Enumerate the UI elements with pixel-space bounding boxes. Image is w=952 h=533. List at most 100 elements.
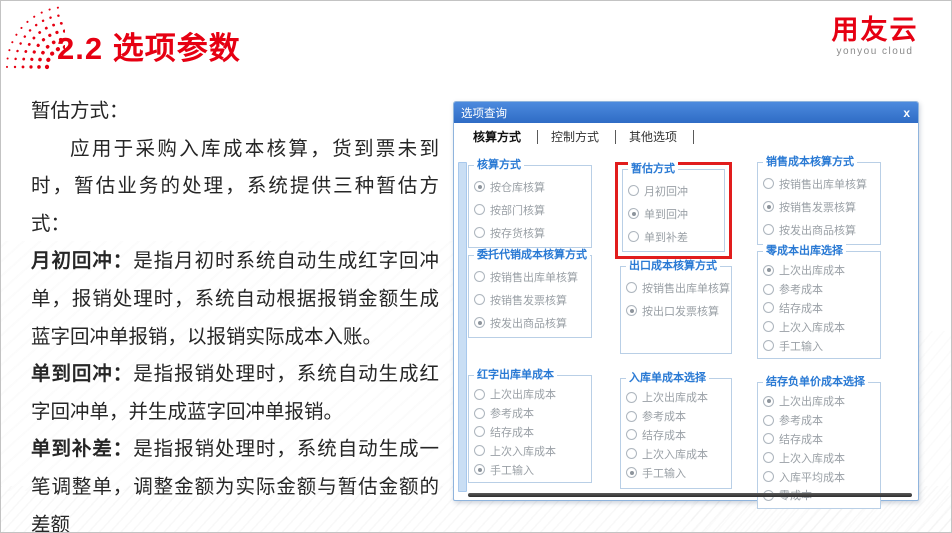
radio-option-按销售出库单核算[interactable]: 按销售出库单核算: [474, 265, 588, 288]
radio-option-入库平均成本[interactable]: 入库平均成本: [763, 467, 877, 486]
radio-label: 上次入库成本: [642, 446, 708, 462]
radio-label: 结存成本: [490, 424, 534, 440]
group-委托代销成本核算方式: 委托代销成本核算方式按销售出库单核算按销售发票核算按发出商品核算: [468, 255, 592, 338]
radio-icon[interactable]: [474, 464, 485, 475]
tab-separator: [693, 130, 694, 144]
radio-icon[interactable]: [474, 389, 485, 400]
group-红字出库单成本: 红字出库单成本上次出库成本参考成本结存成本上次入库成本手工输入: [468, 375, 592, 483]
radio-icon[interactable]: [474, 408, 485, 419]
radio-option-上次入库成本[interactable]: 上次入库成本: [763, 317, 877, 336]
radio-option-结存成本[interactable]: 结存成本: [626, 426, 728, 445]
radio-label: 入库平均成本: [779, 469, 845, 485]
radio-icon[interactable]: [763, 452, 774, 463]
radio-label: 上次出库成本: [490, 386, 556, 402]
radio-icon[interactable]: [474, 317, 485, 328]
tab-separator: [537, 130, 538, 144]
radio-option-单到补差[interactable]: 单到补差: [628, 225, 721, 248]
radio-option-按发出商品核算[interactable]: 按发出商品核算: [763, 218, 877, 241]
radio-option-上次出库成本[interactable]: 上次出库成本: [626, 388, 728, 407]
radio-option-上次出库成本[interactable]: 上次出库成本: [763, 392, 877, 411]
radio-icon[interactable]: [626, 448, 637, 459]
radio-label: 按出口发票核算: [642, 303, 719, 319]
radio-option-按销售发票核算[interactable]: 按销售发票核算: [474, 288, 588, 311]
text-segment: 应用于采购入库成本核算，货到票未到时，暂估业务的处理，系统提供三种暂估方式：: [31, 138, 439, 235]
radio-icon[interactable]: [763, 302, 774, 313]
radio-icon[interactable]: [626, 392, 637, 403]
radio-option-参考成本[interactable]: 参考成本: [474, 404, 588, 423]
body-text: 暂估方式： 应用于采购入库成本核算，货到票未到时，暂估业务的处理，系统提供三种暂估…: [31, 93, 439, 533]
group-title: 入库单成本选择: [626, 371, 709, 385]
radio-option-按部门核算[interactable]: 按部门核算: [474, 198, 588, 221]
radio-icon[interactable]: [474, 426, 485, 437]
radio-icon[interactable]: [626, 467, 637, 478]
radio-option-手工输入[interactable]: 手工输入: [474, 460, 588, 479]
radio-icon[interactable]: [763, 471, 774, 482]
group-title: 出口成本核算方式: [626, 259, 720, 273]
radio-label: 按销售出库单核算: [490, 269, 578, 285]
horizontal-scrollbar[interactable]: [468, 493, 912, 497]
radio-option-月初回冲[interactable]: 月初回冲: [628, 179, 721, 202]
tab-其他选项[interactable]: 其他选项: [627, 128, 679, 145]
radio-icon[interactable]: [474, 181, 485, 192]
radio-option-上次出库成本[interactable]: 上次出库成本: [474, 385, 588, 404]
tab-核算方式[interactable]: 核算方式: [471, 128, 523, 145]
radio-option-按销售出库单核算[interactable]: 按销售出库单核算: [626, 276, 728, 299]
radio-option-结存成本[interactable]: 结存成本: [763, 430, 877, 449]
radio-option-单到回冲[interactable]: 单到回冲: [628, 202, 721, 225]
radio-option-按销售出库单核算[interactable]: 按销售出库单核算: [763, 172, 877, 195]
radio-icon[interactable]: [626, 411, 637, 422]
radio-icon[interactable]: [763, 265, 774, 276]
radio-label: 手工输入: [779, 338, 823, 354]
tab-控制方式[interactable]: 控制方式: [549, 128, 601, 145]
radio-option-结存成本[interactable]: 结存成本: [474, 423, 588, 442]
radio-label: 上次入库成本: [779, 319, 845, 335]
radio-option-按销售发票核算[interactable]: 按销售发票核算: [763, 195, 877, 218]
radio-label: 上次出库成本: [779, 262, 845, 278]
radio-icon[interactable]: [474, 271, 485, 282]
radio-icon[interactable]: [763, 201, 774, 212]
radio-option-手工输入[interactable]: 手工输入: [763, 336, 877, 355]
radio-label: 结存成本: [779, 431, 823, 447]
radio-icon[interactable]: [763, 224, 774, 235]
radio-option-手工输入[interactable]: 手工输入: [626, 463, 728, 482]
radio-icon[interactable]: [763, 321, 774, 332]
close-icon[interactable]: x: [903, 107, 910, 119]
radio-icon[interactable]: [763, 433, 774, 444]
group-title: 红字出库单成本: [474, 368, 557, 382]
radio-option-上次入库成本[interactable]: 上次入库成本: [474, 441, 588, 460]
radio-icon[interactable]: [474, 445, 485, 456]
radio-icon[interactable]: [628, 208, 639, 219]
vertical-scrollbar[interactable]: [458, 162, 467, 492]
radio-option-参考成本[interactable]: 参考成本: [763, 280, 877, 299]
radio-option-按仓库核算[interactable]: 按仓库核算: [474, 175, 588, 198]
radio-option-按存货核算[interactable]: 按存货核算: [474, 221, 588, 244]
radio-label: 按销售发票核算: [779, 199, 856, 215]
paragraph: 暂估方式：: [31, 93, 439, 131]
radio-icon[interactable]: [628, 185, 639, 196]
radio-icon[interactable]: [474, 204, 485, 215]
radio-icon[interactable]: [763, 340, 774, 351]
radio-icon[interactable]: [763, 178, 774, 189]
radio-option-上次入库成本[interactable]: 上次入库成本: [626, 444, 728, 463]
radio-option-结存成本[interactable]: 结存成本: [763, 299, 877, 318]
tab-separator: [615, 130, 616, 144]
radio-option-按发出商品核算[interactable]: 按发出商品核算: [474, 311, 588, 334]
radio-icon[interactable]: [628, 231, 639, 242]
radio-icon[interactable]: [626, 429, 637, 440]
radio-option-参考成本[interactable]: 参考成本: [626, 407, 728, 426]
radio-icon[interactable]: [763, 284, 774, 295]
radio-option-上次入库成本[interactable]: 上次入库成本: [763, 448, 877, 467]
radio-option-参考成本[interactable]: 参考成本: [763, 411, 877, 430]
logo-brand-text: 用友云: [815, 15, 935, 45]
radio-icon[interactable]: [626, 305, 637, 316]
group-核算方式: 核算方式按仓库核算按部门核算按存货核算: [468, 165, 592, 248]
radio-icon[interactable]: [474, 294, 485, 305]
radio-icon[interactable]: [626, 282, 637, 293]
radio-icon[interactable]: [474, 227, 485, 238]
radio-option-上次出库成本[interactable]: 上次出库成本: [763, 261, 877, 280]
radio-icon[interactable]: [763, 415, 774, 426]
radio-label: 按销售出库单核算: [779, 176, 867, 192]
radio-icon[interactable]: [763, 396, 774, 407]
radio-option-按出口发票核算[interactable]: 按出口发票核算: [626, 299, 728, 322]
group-title: 结存负单价成本选择: [763, 375, 868, 389]
